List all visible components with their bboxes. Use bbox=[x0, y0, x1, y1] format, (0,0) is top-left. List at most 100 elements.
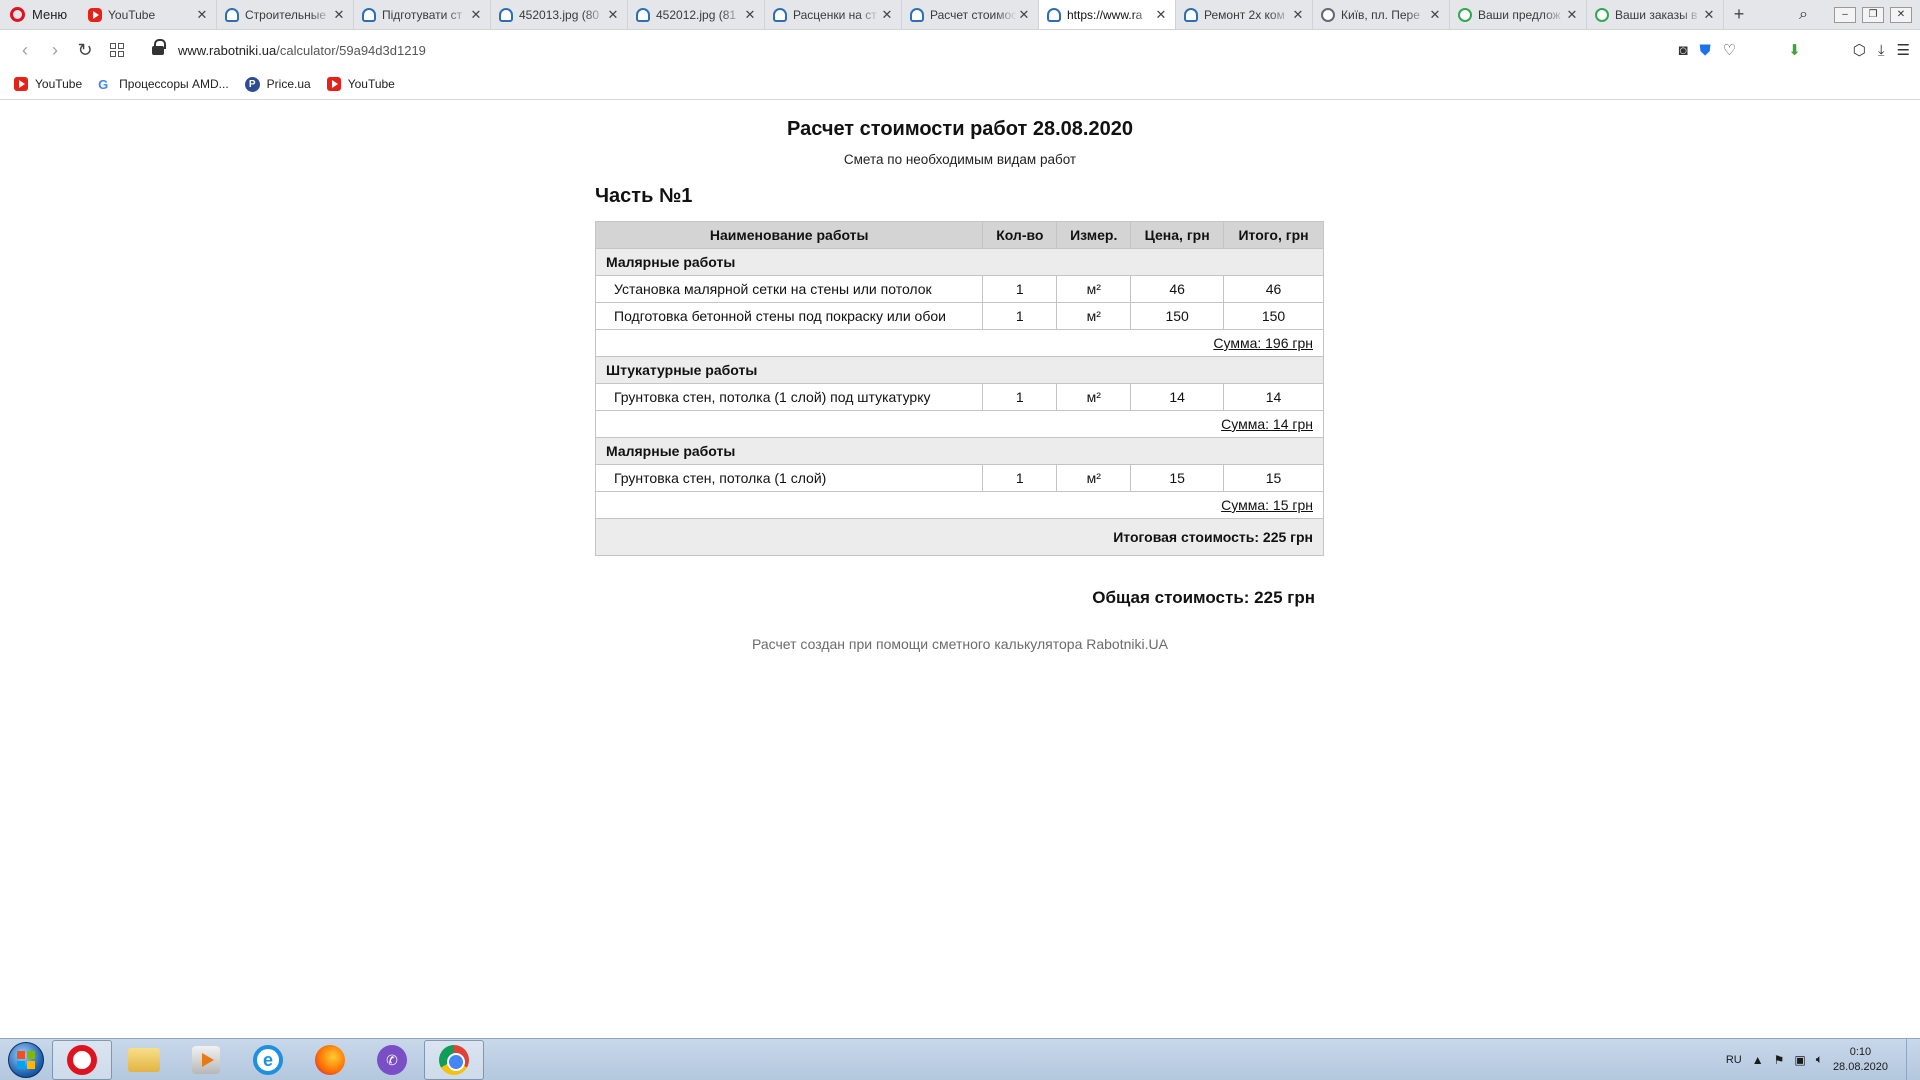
extension-download-icon[interactable]: ⬇ bbox=[1788, 41, 1801, 59]
close-window-button[interactable]: ✕ bbox=[1890, 6, 1912, 23]
tab-close-icon[interactable]: ✕ bbox=[1428, 7, 1442, 23]
bookmark-label: Процессоры AMD... bbox=[119, 77, 229, 91]
price-cell: 150 bbox=[1130, 302, 1225, 330]
browser-tab[interactable]: Строительные ✕ bbox=[217, 0, 354, 29]
browser-tab[interactable]: Расчет стоимос ✕ bbox=[902, 0, 1039, 29]
new-tab-button[interactable]: + bbox=[1724, 0, 1754, 29]
group-row: Малярные работы bbox=[595, 437, 1324, 465]
clock[interactable]: 0:10 28.08.2020 bbox=[1833, 1045, 1888, 1075]
search-tabs-icon[interactable]: ⌕ bbox=[1799, 6, 1808, 24]
header-name: Наименование работы bbox=[594, 221, 984, 249]
minimize-button[interactable]: – bbox=[1834, 6, 1856, 23]
downloads-icon[interactable]: ⤓ bbox=[1878, 42, 1885, 59]
adblock-shield-icon[interactable]: ⛊ bbox=[1700, 42, 1711, 59]
browser-tab[interactable]: Ваши заказы в ✕ bbox=[1587, 0, 1724, 29]
tab-close-icon[interactable]: ✕ bbox=[1702, 7, 1716, 23]
browser-tab[interactable]: Підготувати ст ✕ bbox=[354, 0, 491, 29]
taskbar-app-button[interactable]: ✆ bbox=[362, 1040, 422, 1080]
tab-title: 452013.jpg (80 bbox=[519, 7, 600, 22]
unit-cell: м² bbox=[1056, 275, 1132, 303]
bookmark-label: Price.ua bbox=[266, 77, 311, 91]
tab-title: Київ, пл. Пере bbox=[1341, 7, 1420, 22]
table-row: Установка малярной сетки на стены или по… bbox=[594, 275, 1324, 303]
tab-close-icon[interactable]: ✕ bbox=[880, 7, 894, 23]
forward-icon[interactable]: › bbox=[40, 40, 70, 61]
tab-close-icon[interactable]: ✕ bbox=[332, 7, 346, 23]
taskbar-app-button[interactable] bbox=[176, 1040, 236, 1080]
worker-icon bbox=[1047, 7, 1061, 22]
action-center-flag-icon[interactable]: ⚑ bbox=[1774, 1053, 1785, 1067]
viber-icon: ✆ bbox=[377, 1044, 407, 1075]
language-indicator[interactable]: RU bbox=[1726, 1054, 1742, 1066]
browser-tab[interactable]: 452012.jpg (81 ✕ bbox=[628, 0, 765, 29]
speed-dial-icon[interactable] bbox=[110, 43, 124, 57]
tab-close-icon[interactable]: ✕ bbox=[469, 7, 483, 23]
volume-icon[interactable]: 🔈︎ bbox=[1816, 1052, 1823, 1067]
back-icon[interactable]: ‹ bbox=[10, 40, 40, 61]
snapshot-icon[interactable]: ◙ bbox=[1678, 42, 1687, 59]
firefox-icon bbox=[315, 1044, 345, 1075]
header-qty: Кол-во bbox=[982, 221, 1058, 249]
worker-icon bbox=[1184, 7, 1198, 22]
bookmark-item[interactable]: YouTube bbox=[326, 77, 395, 91]
url-field[interactable]: www.rabotniki.ua/calculator/59a94d3d1219 bbox=[178, 43, 426, 58]
qty-cell: 1 bbox=[982, 275, 1058, 303]
tab-close-icon[interactable]: ✕ bbox=[1565, 7, 1579, 23]
cube-icon[interactable]: ⬡ bbox=[1853, 41, 1866, 59]
page-subtitle: Смета по необходимым видам работ bbox=[843, 152, 1077, 167]
taskbar-app-button[interactable] bbox=[424, 1039, 484, 1080]
grand-total-row: Итоговая стоимость: 225 грн bbox=[595, 518, 1324, 556]
bookmark-item[interactable]: P Price.ua bbox=[244, 76, 311, 92]
worker-icon bbox=[362, 7, 376, 22]
start-button[interactable] bbox=[0, 1039, 52, 1080]
cloud-icon bbox=[1458, 7, 1472, 22]
subtotal-link[interactable]: Сумма: 14 грн bbox=[1221, 416, 1313, 432]
browser-tab[interactable]: YouTube ✕ bbox=[80, 0, 217, 29]
bookmark-item[interactable]: YouTube bbox=[14, 77, 82, 91]
lock-icon[interactable] bbox=[152, 39, 166, 56]
youtube-icon bbox=[14, 77, 28, 91]
taskbar-app-button[interactable] bbox=[300, 1040, 360, 1080]
header-unit: Измер. bbox=[1056, 221, 1132, 249]
show-desktop-button[interactable] bbox=[1906, 1038, 1920, 1080]
subtotal-link[interactable]: Сумма: 196 грн bbox=[1213, 335, 1313, 351]
google-icon: G bbox=[98, 76, 109, 92]
reload-icon[interactable]: ↻ bbox=[70, 40, 100, 61]
media-player-icon bbox=[192, 1045, 220, 1074]
tray-expand-icon[interactable]: ▲ bbox=[1752, 1053, 1764, 1067]
unit-cell: м² bbox=[1056, 302, 1132, 330]
taskbar-app-button[interactable] bbox=[52, 1039, 112, 1080]
group-name: Малярные работы bbox=[595, 437, 1324, 465]
worker-icon bbox=[636, 7, 650, 22]
subtotal-link[interactable]: Сумма: 15 грн bbox=[1221, 497, 1313, 513]
opera-menu-button[interactable]: Меню bbox=[0, 0, 80, 29]
url-path: /calculator/59a94d3d1219 bbox=[276, 42, 426, 58]
taskbar-app-button[interactable]: e bbox=[238, 1040, 298, 1080]
tab-strip: Меню YouTube ✕ Строительные ✕ Підготувати ст… bbox=[0, 0, 1920, 30]
browser-tab[interactable]: https://www.ra ✕ bbox=[1039, 0, 1176, 29]
browser-tab[interactable]: 452013.jpg (80 ✕ bbox=[491, 0, 628, 29]
browser-tab[interactable]: Ремонт 2х ком ✕ bbox=[1176, 0, 1313, 29]
bookmark-item[interactable]: G Процессоры AMD... bbox=[98, 77, 229, 92]
easy-setup-icon[interactable]: ☰ bbox=[1897, 41, 1910, 59]
tab-close-icon[interactable]: ✕ bbox=[1154, 7, 1168, 23]
browser-tab[interactable]: Ваши предлож ✕ bbox=[1450, 0, 1587, 29]
table-row: Грунтовка стен, потолка (1 слой) под шту… bbox=[594, 383, 1324, 411]
subtotal-row: Сумма: 15 грн bbox=[595, 491, 1324, 519]
worker-icon bbox=[773, 7, 787, 22]
network-icon[interactable]: ▣ bbox=[1794, 1053, 1805, 1067]
heart-icon[interactable]: ♡ bbox=[1723, 41, 1736, 59]
tab-close-icon[interactable]: ✕ bbox=[195, 7, 209, 23]
tab-close-icon[interactable]: ✕ bbox=[743, 7, 757, 23]
tab-title: Ваши предлож bbox=[1478, 7, 1561, 22]
tab-close-icon[interactable]: ✕ bbox=[606, 7, 620, 23]
tab-close-icon[interactable]: ✕ bbox=[1291, 7, 1305, 23]
taskbar-app-button[interactable] bbox=[114, 1040, 174, 1080]
tab-list: YouTube ✕ Строительные ✕ Підготувати ст ✕ 4520… bbox=[80, 0, 1724, 29]
restore-button[interactable]: ❐ bbox=[1862, 6, 1884, 23]
browser-tab[interactable]: Київ, пл. Пере ✕ bbox=[1313, 0, 1450, 29]
taskbar: e ✆ RU ▲ ⚑ ▣ 🔈︎ 0:10 28.08.2020 bbox=[0, 1038, 1920, 1080]
browser-tab[interactable]: Расценки на ст ✕ bbox=[765, 0, 902, 29]
tab-close-icon[interactable]: ✕ bbox=[1017, 7, 1031, 23]
table-row: Грунтовка стен, потолка (1 слой) 1 м² 15 15 bbox=[594, 464, 1324, 492]
